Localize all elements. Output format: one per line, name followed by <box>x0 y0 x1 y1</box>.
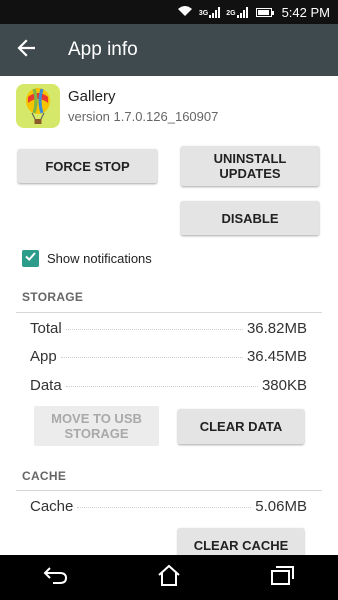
storage-row-data: Data 380KB <box>30 377 307 394</box>
page-title: App info <box>68 39 138 60</box>
app-header: Gallery version 1.7.0.126_160907 <box>16 84 218 128</box>
back-arrow-icon <box>17 38 36 62</box>
signal-icon: 3G <box>199 6 221 18</box>
status-time: 5:42 PM <box>281 4 330 20</box>
divider <box>16 490 322 491</box>
force-stop-button[interactable]: FORCE STOP <box>18 149 157 183</box>
app-bar: App info <box>0 24 338 76</box>
nav-home-button[interactable] <box>139 555 199 600</box>
move-to-usb-storage-button[interactable]: MOVE TO USB STORAGE <box>34 406 159 446</box>
app-name: Gallery <box>68 88 116 105</box>
nav-recents-icon <box>269 564 295 591</box>
app-version: version 1.7.0.126_160907 <box>68 109 219 124</box>
battery-icon <box>255 7 274 17</box>
show-notifications-checkbox[interactable] <box>22 250 39 267</box>
nav-home-icon <box>156 563 182 592</box>
cache-row: Cache 5.06MB <box>30 498 307 515</box>
divider <box>16 312 322 313</box>
storage-header: STORAGE <box>22 290 84 304</box>
status-bar: 3G 2G 5:42 PM <box>0 0 338 24</box>
navigation-bar <box>0 555 338 600</box>
show-notifications-row[interactable]: Show notifications <box>22 250 152 267</box>
show-notifications-label: Show notifications <box>47 251 152 266</box>
hot-air-balloon-icon <box>16 84 60 128</box>
storage-row-app: App 36.45MB <box>30 348 307 365</box>
nav-recents-button[interactable] <box>252 555 312 600</box>
nav-back-button[interactable] <box>26 555 86 600</box>
storage-row-total: Total 36.82MB <box>30 320 307 337</box>
wifi-icon <box>177 5 193 20</box>
signal-icon: 2G <box>226 6 248 18</box>
back-button[interactable] <box>0 24 52 76</box>
uninstall-updates-button[interactable]: UNINSTALL UPDATES <box>181 146 319 186</box>
checkmark-icon <box>24 250 37 268</box>
clear-data-button[interactable]: CLEAR DATA <box>178 409 304 444</box>
disable-button[interactable]: DISABLE <box>181 201 319 235</box>
cache-header: CACHE <box>22 469 67 483</box>
nav-back-icon <box>43 565 69 590</box>
